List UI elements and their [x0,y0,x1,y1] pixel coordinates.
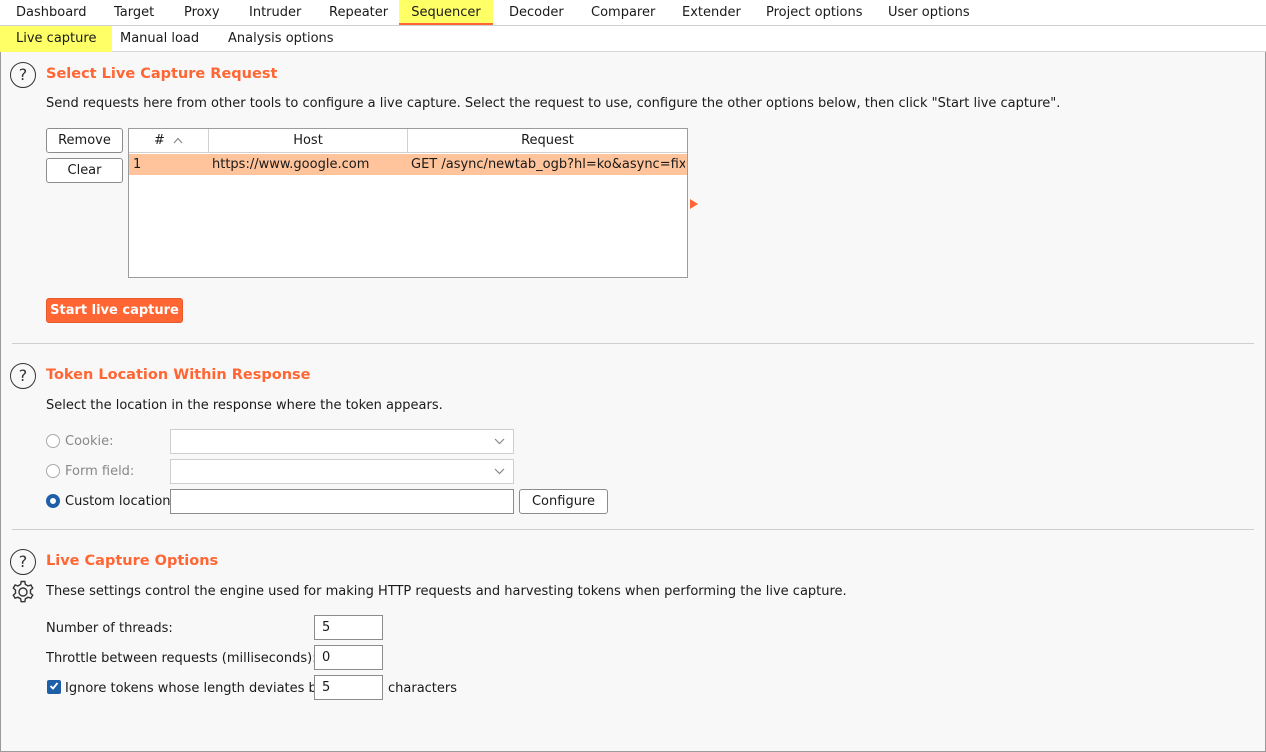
threads-label: Number of threads: [46,621,173,636]
section-divider [12,529,1254,530]
tab-sequencer[interactable]: Sequencer [399,0,493,25]
request-table: # Host Request 1 https://www.google.com … [128,128,688,278]
tab-comparer[interactable]: Comparer [591,0,655,25]
section-description: Send requests here from other tools to c… [46,96,1061,111]
tab-project-options[interactable]: Project options [766,0,863,25]
subtab-live-capture[interactable]: Live capture [0,26,113,52]
sort-up-icon [173,129,183,153]
ignore-tokens-label: Ignore tokens whose length deviates by [65,681,325,696]
ignore-tokens-checkbox[interactable] [47,680,61,694]
chevron-down-icon [494,463,505,482]
custom-location-field[interactable] [170,489,514,514]
tab-user-options[interactable]: User options [888,0,970,25]
section-title-capture-options: Live Capture Options [46,553,219,569]
section-title-token-location: Token Location Within Response [46,367,311,383]
tab-decoder[interactable]: Decoder [509,0,564,25]
tab-extender[interactable]: Extender [682,0,741,25]
tab-dashboard[interactable]: Dashboard [16,0,87,25]
top-tab-bar: Dashboard Target Proxy Intruder Repeater… [0,0,1266,26]
chevron-down-icon [494,433,505,452]
characters-label: characters [388,681,458,696]
help-icon[interactable]: ? [10,363,36,389]
tab-proxy[interactable]: Proxy [184,0,220,25]
tab-target[interactable]: Target [114,0,154,25]
form-field-radio[interactable] [46,464,60,478]
help-icon[interactable]: ? [10,62,36,88]
gear-icon[interactable] [10,579,36,609]
section-description: These settings control the engine used f… [46,584,847,599]
configure-button[interactable]: Configure [519,489,608,514]
cookie-label: Cookie: [65,434,114,449]
column-header-request[interactable]: Request [408,129,687,153]
threads-field[interactable]: 5 [314,615,383,640]
subtab-analysis-options[interactable]: Analysis options [228,26,334,52]
row-host: https://www.google.com [212,157,370,172]
row-number: 1 [133,157,142,172]
column-header-label: # [153,133,165,148]
clear-button[interactable]: Clear [46,158,123,183]
section-title-select-request: Select Live Capture Request [46,66,278,82]
form-field-label: Form field: [65,464,135,479]
sub-tab-bar: Live capture Manual load Analysis option… [0,26,1266,52]
table-row[interactable]: 1 https://www.google.com GET /async/newt… [129,154,687,175]
tab-repeater[interactable]: Repeater [329,0,388,25]
form-field-select[interactable] [170,459,514,484]
column-header-host[interactable]: Host [209,129,408,153]
arrow-right-icon[interactable] [690,198,698,213]
remove-button[interactable]: Remove [46,128,123,153]
tab-intruder[interactable]: Intruder [249,0,301,25]
subtab-manual-load[interactable]: Manual load [120,26,199,52]
cookie-select[interactable] [170,429,514,454]
section-description: Select the location in the response wher… [46,398,443,413]
custom-location-label: Custom location: [65,494,175,509]
cookie-radio[interactable] [46,434,60,448]
throttle-field[interactable]: 0 [314,645,383,670]
help-icon[interactable]: ? [10,549,36,575]
custom-location-radio[interactable] [46,494,60,508]
deviation-field[interactable]: 5 [314,675,383,700]
check-icon [48,682,60,695]
start-live-capture-button[interactable]: Start live capture [46,298,183,323]
throttle-label: Throttle between requests (milliseconds)… [46,651,317,666]
column-header-number[interactable]: # [129,129,209,153]
row-request: GET /async/newtab_ogb?hl=ko&async=fixe..… [411,157,685,172]
section-divider [12,343,1254,344]
